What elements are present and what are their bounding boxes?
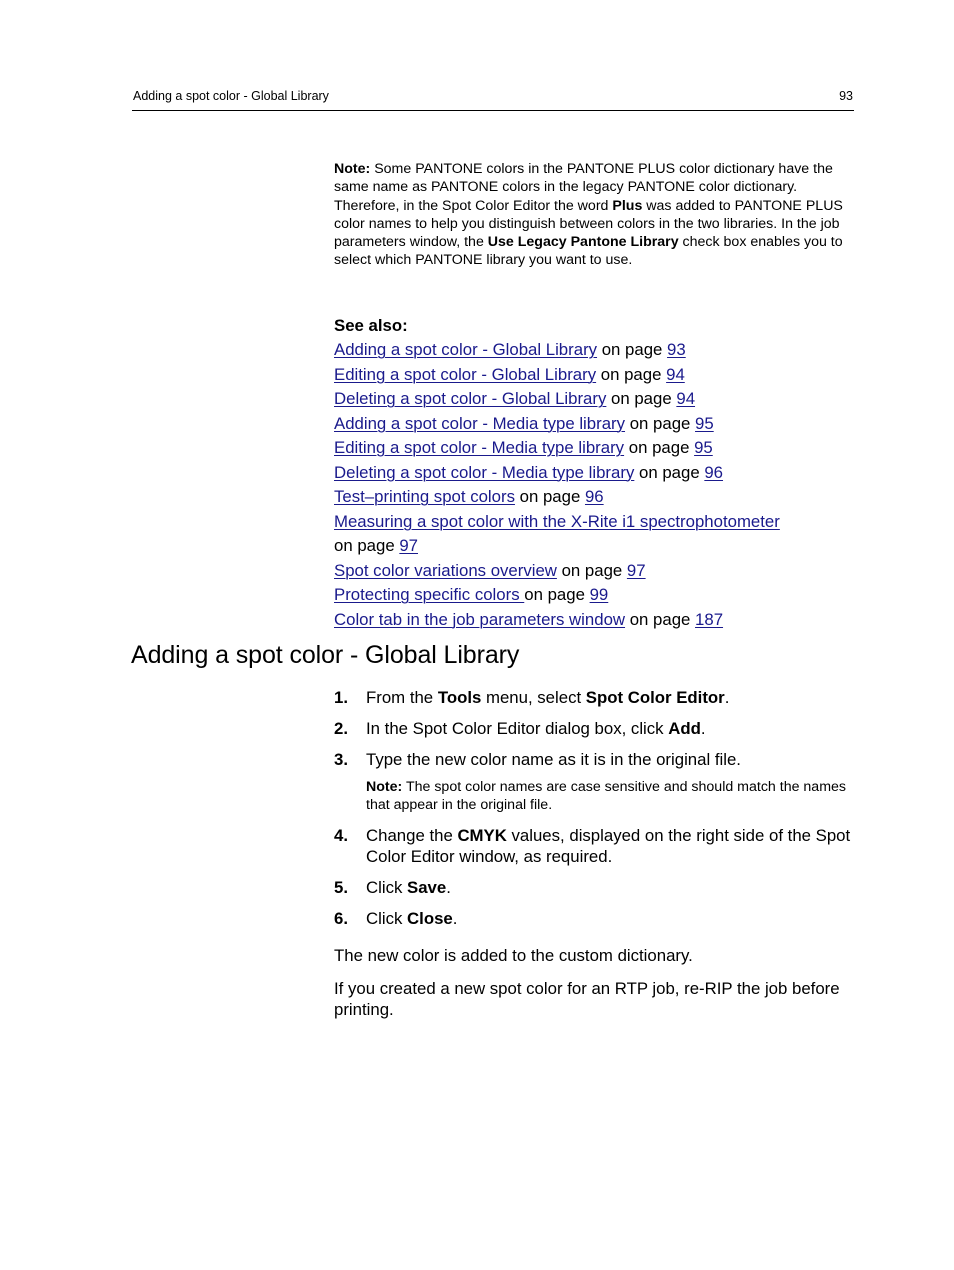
procedure-step: 5. Click Save. <box>334 877 854 898</box>
step-text: From the <box>366 688 438 707</box>
see-also-link[interactable]: Test–printing spot colors <box>334 487 515 506</box>
page-link[interactable]: 99 <box>590 585 609 604</box>
see-also-item: Measuring a spot color with the X-Rite i… <box>334 510 854 559</box>
procedure-step: 3. Type the new color name as it is in th… <box>334 749 854 770</box>
page-link[interactable]: 97 <box>627 561 646 580</box>
pantone-note: Note: Some PANTONE colors in the PANTONE… <box>334 160 854 270</box>
on-page-text: on page <box>596 364 667 384</box>
running-header-title: Adding a spot color - Global Library <box>133 89 329 103</box>
step-text: Type the new color name as it is in the … <box>366 750 741 769</box>
step-ui-term: Save <box>407 877 447 897</box>
see-also-item: Protecting specific colors on page 99 <box>334 583 854 608</box>
procedure-results: The new color is added to the custom dic… <box>334 945 854 1032</box>
procedure-step: 4. Change the CMYK values, displayed on t… <box>334 825 854 867</box>
step-ui-term: Tools <box>437 688 482 707</box>
step-number: 5. <box>334 877 348 897</box>
result-paragraph: The new color is added to the custom dic… <box>334 946 693 965</box>
step-number: 3. <box>334 750 348 769</box>
on-page-text: on page <box>556 560 627 580</box>
procedure-step: 2. In the Spot Color Editor dialog box, c… <box>334 718 854 739</box>
see-also-item: Editing a spot color - Global Library on… <box>334 363 854 388</box>
page-link[interactable]: 94 <box>676 389 695 408</box>
result-paragraph: If you created a new spot color for an R… <box>334 979 840 1019</box>
see-also-link[interactable]: Editing a spot color - Media type librar… <box>334 438 624 457</box>
step-text: . <box>446 877 451 897</box>
page-link[interactable]: 96 <box>704 463 723 482</box>
step-note-text: The spot color names are case sensitive … <box>366 779 846 814</box>
see-also-item: Color tab in the job parameters window o… <box>334 608 854 633</box>
see-also-link[interactable]: Editing a spot color - Global Library <box>334 365 596 384</box>
page-link[interactable]: 96 <box>585 487 604 506</box>
step-number: 1. <box>334 688 348 707</box>
note-bold-use-legacy: Use Legacy Pantone Library <box>487 234 679 251</box>
step-note: Note: The spot color names are case sens… <box>334 778 854 815</box>
step-text: . <box>724 688 730 707</box>
page-link[interactable]: 97 <box>399 536 418 555</box>
on-page-text: on page <box>624 438 695 457</box>
step-text: . <box>700 719 706 738</box>
on-page-text: on page <box>334 536 400 555</box>
on-page-text: on page <box>625 413 696 433</box>
step-ui-term: Add <box>668 719 701 738</box>
on-page-text: on page <box>634 462 705 482</box>
see-also-item: Deleting a spot color - Media type libra… <box>334 461 854 486</box>
see-also-link[interactable]: Color tab in the job parameters window <box>334 610 625 629</box>
procedure-step: 6. Click Close. <box>334 908 854 929</box>
see-also-link[interactable]: Adding a spot color - Media type library <box>334 414 625 433</box>
section-title: Adding a spot color - Global Library <box>131 641 520 669</box>
on-page-text: on page <box>524 585 590 604</box>
step-text: In the Spot Color Editor dialog box, cli… <box>366 719 669 738</box>
see-also-heading: See also: <box>334 316 408 335</box>
on-page-text: on page <box>514 487 585 506</box>
see-also-item: Editing a spot color - Media type librar… <box>334 436 854 461</box>
see-also-link[interactable]: Measuring a spot color with the X-Rite i… <box>334 512 780 531</box>
see-also-link[interactable]: Protecting specific colors <box>334 585 524 604</box>
running-header: Adding a spot color - Global Library 93 <box>132 88 854 111</box>
see-also-item: Adding a spot color - Media type library… <box>334 412 854 437</box>
step-number: 6. <box>334 908 348 928</box>
step-text: . <box>452 908 458 928</box>
step-text: Click <box>366 908 408 928</box>
step-note-label: Note: <box>366 779 403 795</box>
see-also-item: Adding a spot color - Global Library on … <box>334 338 854 363</box>
page-link[interactable]: 187 <box>695 610 723 629</box>
see-also-link[interactable]: Deleting a spot color - Global Library <box>334 389 606 408</box>
step-number: 2. <box>334 719 348 738</box>
on-page-text: on page <box>606 389 677 408</box>
step-ui-term: Close <box>407 908 453 928</box>
step-text: Click <box>366 877 408 897</box>
page-number: 93 <box>839 89 853 103</box>
on-page-text: on page <box>597 340 668 359</box>
step-number: 4. <box>334 825 348 845</box>
see-also-section: See also: Adding a spot color - Global L… <box>334 314 854 632</box>
procedure-steps: 1. From the Tools menu, select Spot Color… <box>334 687 854 939</box>
page-link[interactable]: 94 <box>666 365 685 384</box>
see-also-link[interactable]: Adding a spot color - Global Library <box>334 340 597 359</box>
procedure-step: 1. From the Tools menu, select Spot Color… <box>334 687 854 708</box>
step-ui-term: Spot Color Editor <box>585 688 725 707</box>
on-page-text: on page <box>625 609 696 629</box>
page-link[interactable]: 95 <box>694 438 713 457</box>
see-also-link[interactable]: Spot color variations overview <box>334 561 557 580</box>
page-link[interactable]: 95 <box>695 414 714 433</box>
see-also-item: Test–printing spot colors on page 96 <box>334 485 854 510</box>
see-also-item: Deleting a spot color - Global Library o… <box>334 387 854 412</box>
step-ui-term: CMYK <box>457 825 507 845</box>
note-label: Note: <box>334 161 371 177</box>
see-also-list: Adding a spot color - Global Library on … <box>334 338 854 632</box>
step-text: Change the <box>366 825 458 845</box>
step-text: menu, select <box>481 688 586 707</box>
note-bold-plus: Plus <box>612 197 643 214</box>
see-also-link[interactable]: Deleting a spot color - Media type libra… <box>334 463 634 482</box>
page-link[interactable]: 93 <box>667 340 686 359</box>
see-also-item: Spot color variations overview on page 9… <box>334 559 854 584</box>
